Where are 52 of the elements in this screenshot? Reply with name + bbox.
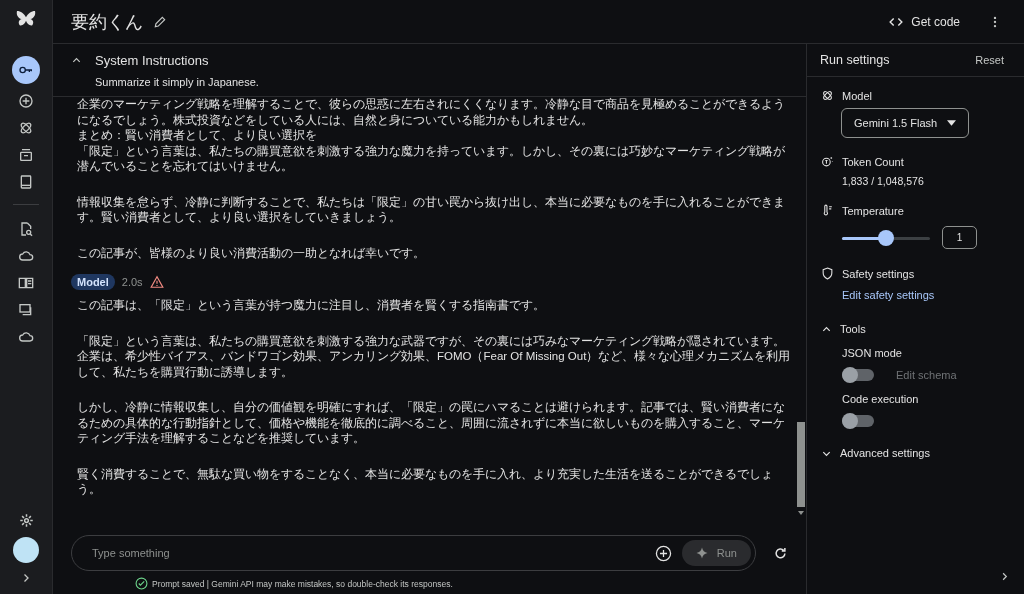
system-instructions-title[interactable]: System Instructions xyxy=(95,53,209,68)
key-nav-icon[interactable] xyxy=(12,56,40,84)
tool-label: Code execution xyxy=(842,393,920,405)
response-text: この記事は、「限定」という言葉が持つ魔力に注目し、消費者を賢くする指南書です。 xyxy=(77,298,546,313)
thermometer-icon xyxy=(821,204,834,217)
temperature-slider[interactable] xyxy=(842,229,930,246)
token-count-label: Token Count xyxy=(842,155,904,168)
temperature-label: Temperature xyxy=(842,204,904,217)
model-badge: Model xyxy=(71,274,115,290)
check-circle-icon xyxy=(135,577,148,590)
reset-button[interactable]: Reset xyxy=(969,53,1010,67)
tool-label: JSON mode xyxy=(842,347,903,359)
response-text: 「限定」という言葉は、私たちの購買意欲を刺激する強力な武器ですが、その裏には巧みなマーケティング戦略が隠されています。企業は、希少性バイアス、バンドワゴン効果、アンカリング効果、FOMO（Fear Of Missing Out）など、様々な心理メカニズムを利用して、私たちを購買行動に誘導します。 xyxy=(77,333,792,380)
response-text: 企業のマーケティング戦略を理解することで、彼らの思惑に左右されにくくなります。冷静な目で商品を見極めることができるようになるでしょう。株式投資などをしている人には、自然と身についている能力かもしれません。 xyxy=(77,97,786,128)
code-icon xyxy=(889,16,904,27)
settings-icon[interactable] xyxy=(18,513,34,528)
get-code-button[interactable]: Get code xyxy=(883,13,966,30)
edit-schema-link[interactable]: Edit schema xyxy=(896,369,957,381)
temperature-input[interactable]: 1 xyxy=(942,226,977,249)
system-instructions-text: Summarize it simply in Japanese. xyxy=(95,76,260,88)
toggle-switch[interactable] xyxy=(842,415,874,427)
toggle-switch[interactable] xyxy=(842,369,874,381)
avatar[interactable] xyxy=(13,537,39,563)
tools-label[interactable]: Tools xyxy=(840,323,866,335)
response-text: まとめ：賢い消費者として、より良い選択を xyxy=(77,128,318,143)
safety-settings-label: Safety settings xyxy=(842,267,915,280)
run-settings-title: Run settings xyxy=(820,53,890,67)
response-text: しかし、冷静に情報収集し、自分の価値観を明確にすれば、「限定」の罠にハマることは避けられます。記事では、賢い消費者になるための具体的な行動指針として、価格や機能を徹底的に調べること、周囲に流されずに本当に欲しいものを購入すること、マーケティング手法を理解することなどを推奨しています。 xyxy=(77,400,786,447)
token-count-icon xyxy=(821,155,834,168)
model-label: Model xyxy=(842,89,872,102)
model-icon xyxy=(821,89,834,102)
model-select[interactable]: Gemini 1.5 Flash xyxy=(841,108,969,138)
footer-note: Prompt saved | Gemini API may make mistakes, so double-check its responses. xyxy=(152,578,453,589)
dropdown-caret-icon xyxy=(947,120,956,126)
butterfly-logo[interactable] xyxy=(15,10,37,28)
sparkle-icon xyxy=(695,547,708,559)
response-text: 情報収集を怠らず、冷静に判断することで、私たちは「限定」の甘い罠から抜け出し、本当に必要なものを手に入れることができます。賢い消費者として、より良い選択をしていきましょう。 xyxy=(77,194,786,225)
run-button[interactable]: Run xyxy=(681,540,751,566)
warning-icon[interactable] xyxy=(149,275,164,289)
add-icon[interactable] xyxy=(654,544,672,562)
shield-icon xyxy=(821,267,834,280)
response-text: この記事が、皆様のより良い消費活動の一助となれば幸いです。 xyxy=(77,245,426,261)
prompt-title: 要約くん xyxy=(71,10,143,34)
response-text: 「限定」という言葉は、私たちの購買意欲を刺激する強力な魔力を持っています。しかし、その裏には巧妙なマーケティング戦略が潜んでいることを忘れてはいけません。 xyxy=(77,143,786,174)
response-text: 賢く消費することで、無駄な買い物をすることなく、本当に必要なものを手に入れ、より充実した生活を送ることができるでしょう。 xyxy=(77,466,774,497)
pencil-icon[interactable] xyxy=(153,14,167,29)
refresh-icon[interactable] xyxy=(773,545,788,561)
token-count-value: 1,833 / 1,048,576 xyxy=(842,175,925,187)
advanced-settings-label[interactable]: Advanced settings xyxy=(840,447,930,459)
slider-thumb[interactable] xyxy=(878,229,894,246)
edit-safety-settings-link[interactable]: Edit safety settings xyxy=(842,289,1010,301)
response-time: 2.0s xyxy=(121,276,143,288)
